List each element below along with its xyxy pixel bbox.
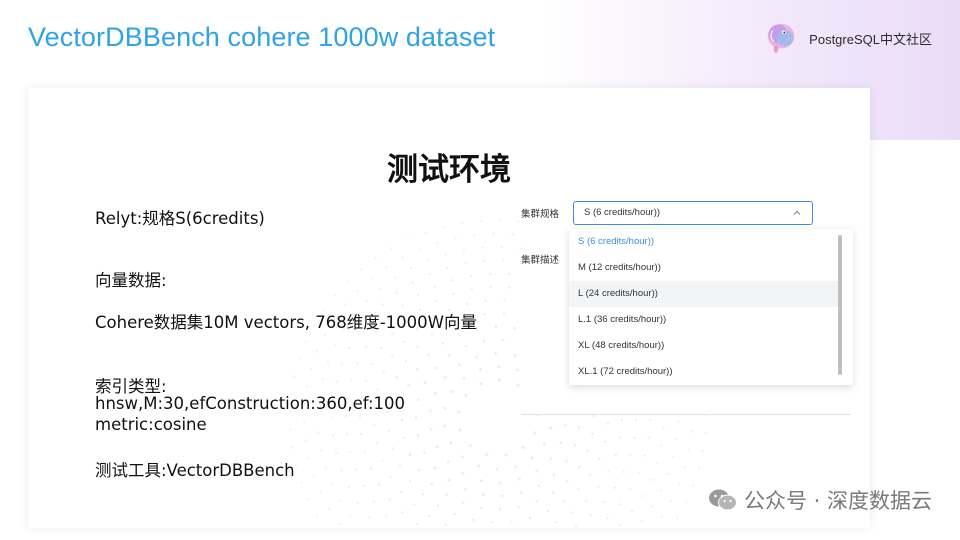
brand-name: PostgreSQL中文社区 [809,31,932,47]
cluster-spec-select[interactable]: S (6 credits/hour)) [573,201,813,225]
chevron-down-icon[interactable] [791,207,803,219]
test-tool-line: 测试工具:VectorDBBench [95,461,295,480]
option-s[interactable]: S (6 credits/hour)) [569,229,841,255]
elephant-logo-icon [767,23,795,54]
vector-data-label: 向量数据: [95,271,167,290]
option-xl[interactable]: XL (48 credits/hour)) [569,333,841,359]
content-card: 测试环境 Relyt:规格S(6credits) 向量数据: Cohere数据集… [28,88,870,528]
option-l[interactable]: L (24 credits/hour)) [569,281,841,307]
option-l1[interactable]: L.1 (36 credits/hour)) [569,307,841,333]
watermark-text: 公众号 · 深度数据云 [743,489,932,513]
index-params-line: hnsw,M:30,efConstruction:360,ef:100 [95,394,406,413]
section-heading: 测试环境 [387,152,511,188]
wechat-icon [708,489,737,511]
cluster-desc-label: 集群描述 [521,255,560,266]
option-m[interactable]: M (12 credits/hour)) [569,255,841,281]
cluster-config-panel: 集群规格 集群描述 S (6 credits/hour)) S (6 credi… [521,184,853,415]
select-value: S (6 credits/hour)) [584,207,661,218]
brand: PostgreSQL中文社区 [763,20,932,56]
metric-line: metric:cosine [95,415,207,434]
dropdown-scrollbar[interactable] [838,235,842,375]
dataset-line: Cohere数据集10M vectors, 768维度-1000W向量 [95,313,477,332]
spec-line: Relyt:规格S(6credits) [95,209,265,228]
slide-title: VectorDBBench cohere 1000w dataset [28,22,496,52]
option-xl1[interactable]: XL.1 (72 credits/hour)) [569,359,841,385]
cluster-spec-dropdown: S (6 credits/hour)) M (12 credits/hour))… [569,229,853,385]
watermark: 公众号 · 深度数据云 [708,485,932,515]
cluster-spec-label: 集群规格 [521,209,560,220]
